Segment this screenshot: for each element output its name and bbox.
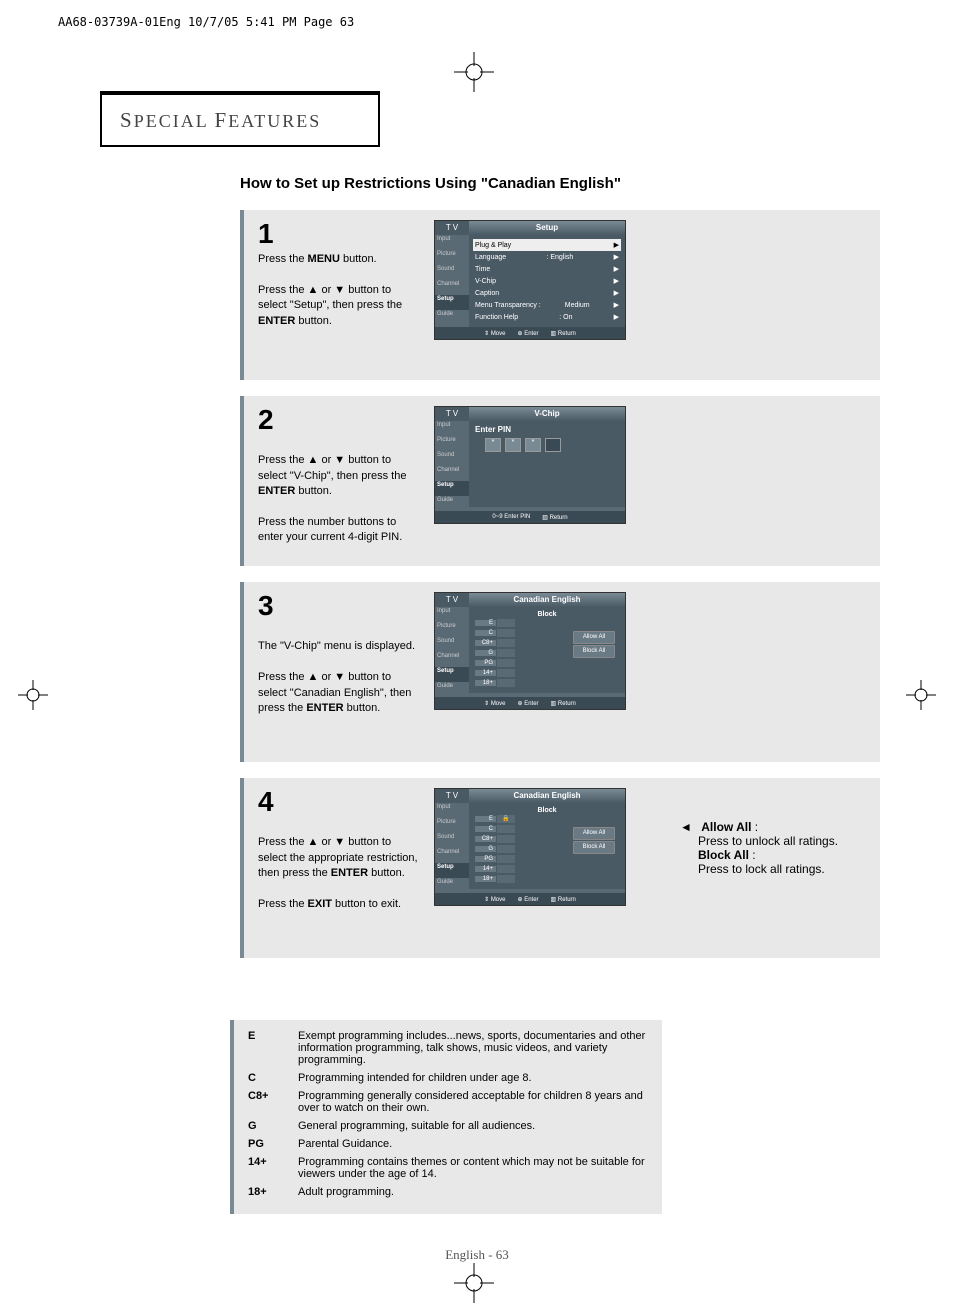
setup-plug-play[interactable]: Plug & Play▶ bbox=[473, 239, 621, 251]
page-number: English - 63 bbox=[0, 1247, 954, 1263]
section-title: SPECIAL FEATURES bbox=[120, 108, 321, 133]
crop-mark-top bbox=[454, 52, 494, 92]
crop-mark-left bbox=[18, 680, 48, 710]
step-2: 2 Press the ▲ or ▼ button to select "V-C… bbox=[240, 396, 880, 566]
step-4-text: Press the ▲ or ▼ button to select the ap… bbox=[258, 820, 418, 912]
triangle-left-icon: ◄ bbox=[680, 820, 692, 834]
crop-mark-bottom bbox=[454, 1263, 494, 1303]
allow-all-button[interactable]: Allow All bbox=[573, 631, 615, 644]
rating-definitions: EExempt programming includes...news, spo… bbox=[230, 1020, 662, 1214]
lock-icon[interactable]: 🔒 bbox=[496, 814, 516, 824]
setup-language[interactable]: Language: English▶ bbox=[475, 251, 619, 263]
step-2-text: Press the ▲ or ▼ button to select "V-Chi… bbox=[258, 438, 418, 546]
crop-mark-right bbox=[906, 680, 936, 710]
block-all-button[interactable]: Block All bbox=[573, 645, 615, 658]
doc-header: AA68-03739A-01Eng 10/7/05 5:41 PM Page 6… bbox=[58, 15, 354, 29]
setup-vchip[interactable]: V-Chip▶ bbox=[475, 275, 619, 287]
setup-transparency[interactable]: Menu Transparency :Medium▶ bbox=[475, 299, 619, 311]
allow-all-button[interactable]: Allow All bbox=[573, 827, 615, 840]
step-1-text: Press the MENU button. Press the ▲ or ▼ … bbox=[258, 252, 418, 329]
section-title-box: SPECIAL FEATURES bbox=[100, 91, 380, 147]
tv-canadian-screen-1: T VCanadian English InputPictureSoundCha… bbox=[434, 592, 626, 710]
page-subtitle: How to Set up Restrictions Using "Canadi… bbox=[240, 175, 880, 192]
setup-caption[interactable]: Caption▶ bbox=[475, 287, 619, 299]
tv-canadian-screen-2: T VCanadian English InputPictureSoundCha… bbox=[434, 788, 626, 906]
block-all-button[interactable]: Block All bbox=[573, 841, 615, 854]
tv-vchip-pin-screen: T VV-Chip InputPictureSoundChannelSetupG… bbox=[434, 406, 626, 524]
setup-function-help[interactable]: Function Help: On▶ bbox=[475, 311, 619, 323]
step-3: 3 The "V-Chip" menu is displayed. Press … bbox=[240, 582, 880, 762]
step-3-text: The "V-Chip" menu is displayed. Press th… bbox=[258, 624, 418, 716]
step-1: 1 Press the MENU button. Press the ▲ or … bbox=[240, 210, 880, 380]
pin-entry[interactable]: *** bbox=[485, 438, 619, 452]
side-note: ◄ Allow All : Press to unlock all rating… bbox=[680, 820, 940, 876]
tv-sidebar: InputPictureSoundChannelSetupGuide bbox=[435, 235, 469, 327]
tv-setup-screen: T VSetup InputPictureSoundChannelSetupGu… bbox=[434, 220, 626, 340]
setup-time[interactable]: Time▶ bbox=[475, 263, 619, 275]
